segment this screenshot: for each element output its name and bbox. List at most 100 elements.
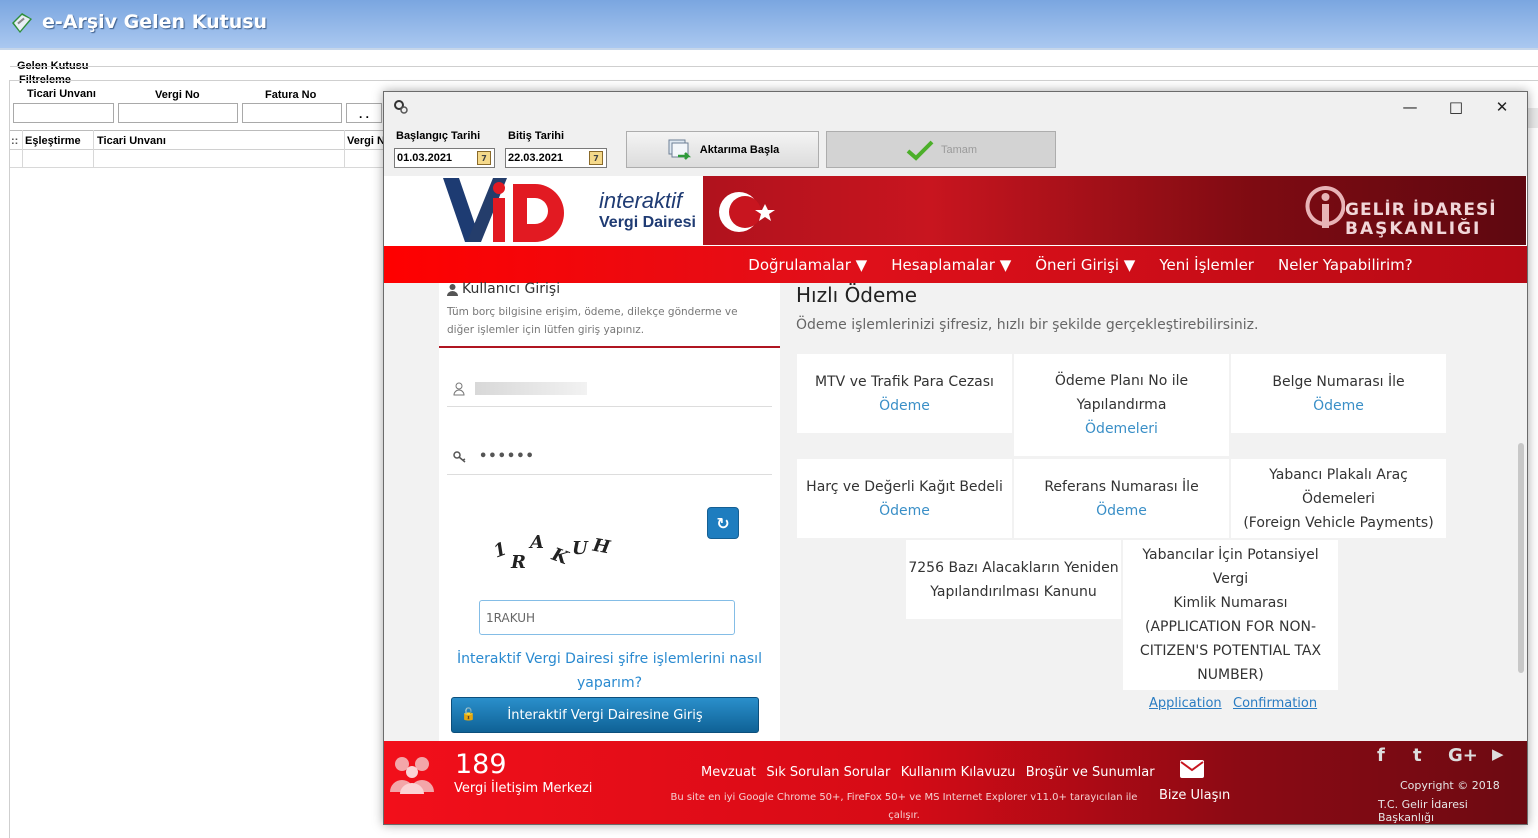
footer-link-brosur[interactable]: Broşür ve Sunumlar xyxy=(1026,765,1155,780)
filter-fatura-input[interactable] xyxy=(242,103,342,123)
app-title: e-Arşiv Gelen Kutusu xyxy=(42,11,268,33)
copyright-line1: Copyright © 2018 xyxy=(1400,779,1500,792)
nav-neler-yapabilirim[interactable]: Neler Yapabilirim? xyxy=(1266,256,1425,274)
footer-link-mevzuat[interactable]: Mevzuat xyxy=(701,765,756,780)
pay-link[interactable]: Ödemeleri xyxy=(1085,417,1158,441)
footer: 189 Vergi İletişim Merkezi Mevzuat Sık S… xyxy=(384,741,1527,824)
grid-row-line xyxy=(10,167,384,168)
dialog-icon xyxy=(394,100,408,114)
quickpay-subtitle: Ödeme işlemlerinizi şifresiz, hızlı bir … xyxy=(796,317,1259,333)
pay-link[interactable]: Ödeme xyxy=(879,394,930,418)
pay-box-yabanci-arac[interactable]: Yabancı Plakalı Araç Ödemeleri (Foreign … xyxy=(1231,459,1446,538)
twitter-icon[interactable]: t xyxy=(1413,745,1422,766)
content-area: Kullanıcı Girişi Tüm borç bilgisine eriş… xyxy=(384,281,1527,741)
grid-marker: :: xyxy=(11,135,19,147)
pay-box-belge[interactable]: Belge Numarası İle Ödeme xyxy=(1231,354,1446,433)
ivd-logo-line1: interaktif xyxy=(599,188,683,213)
captcha-image: 1 R A K U H xyxy=(490,532,612,573)
app-title-bar: e-Arşiv Gelen Kutusu xyxy=(0,0,1538,50)
right-edge xyxy=(1528,108,1538,128)
maximize-button[interactable]: □ xyxy=(1433,92,1479,122)
pay-box-7256[interactable]: 7256 Bazı Alacakların Yeniden Yapılandır… xyxy=(906,540,1121,619)
confirmation-link[interactable]: Confirmation xyxy=(1233,696,1317,711)
pay-box-referans[interactable]: Referans Numarası İle Ödeme xyxy=(1014,459,1229,538)
start-calendar-icon[interactable]: 7 xyxy=(477,151,491,165)
contact-link[interactable]: Bize Ulaşın xyxy=(1159,788,1230,803)
nav-oneri-girisi[interactable]: Öneri Girişi ▼ xyxy=(1023,256,1147,274)
pay-link[interactable]: Ödeme xyxy=(1096,499,1147,523)
close-button[interactable]: ✕ xyxy=(1479,92,1525,122)
grid-col-line xyxy=(22,130,23,168)
password-help-link[interactable]: İnteraktif Vergi Dairesi şifre işlemleri… xyxy=(447,647,772,695)
ivd-logo-icon xyxy=(443,178,564,242)
filter-ellipsis-button[interactable]: . . xyxy=(346,103,382,123)
pay-box-harc[interactable]: Harç ve Değerli Kağıt Bedeli Ödeme xyxy=(797,459,1012,538)
nav-hesaplamalar[interactable]: Hesaplamalar ▼ xyxy=(879,256,1023,274)
app-icon xyxy=(12,13,32,33)
key-icon xyxy=(453,451,466,463)
refresh-captcha-icon[interactable]: ↻ xyxy=(707,507,739,539)
web-view: interaktif Vergi Dairesi GELİR İDARESİ B… xyxy=(384,176,1527,824)
transfer-button[interactable]: Aktarıma Başla xyxy=(626,131,819,168)
grid-header-vergi[interactable]: Vergi N xyxy=(347,135,385,147)
unlock-icon: 🔓 xyxy=(461,707,476,721)
check-icon xyxy=(906,140,934,161)
call-center-icon xyxy=(390,757,434,794)
filter-ticari-input[interactable] xyxy=(13,103,114,123)
flag-icon xyxy=(719,192,775,232)
footer-link-sss[interactable]: Sık Sorulan Sorular xyxy=(766,765,890,780)
envelope-icon xyxy=(1180,760,1204,778)
username-underline xyxy=(447,406,772,407)
filter-label-vergi: Vergi No xyxy=(155,89,200,101)
end-date-label: Bitiş Tarihi xyxy=(508,130,565,142)
nav-yeni-islemler[interactable]: Yeni İşlemler xyxy=(1147,256,1266,274)
transfer-icon xyxy=(668,139,691,160)
ok-button[interactable]: Tamam xyxy=(826,131,1056,168)
filter-label-fatura: Fatura No xyxy=(265,89,317,101)
quickpay-title: Hızlı Ödeme xyxy=(796,283,918,307)
pay-link[interactable]: Ödeme xyxy=(1313,394,1364,418)
filter-label-ticari: Ticari Unvanı xyxy=(27,88,96,100)
googleplus-icon[interactable]: G+ xyxy=(1448,745,1478,766)
captcha-input[interactable]: 1RAKUH xyxy=(479,600,735,635)
group-border xyxy=(10,66,1538,67)
start-date-label: Başlangıç Tarihi xyxy=(396,130,481,142)
filter-vergi-input[interactable] xyxy=(118,103,238,123)
login-panel: Kullanıcı Girişi Tüm borç bilgisine eriş… xyxy=(439,281,780,741)
gib-line1: GELİR İDARESİ xyxy=(1345,200,1497,220)
grid-col-line xyxy=(93,130,94,168)
ivd-banner: interaktif Vergi Dairesi GELİR İDARESİ B… xyxy=(443,176,1526,245)
grid-header-ticari[interactable]: Ticari Unvanı xyxy=(97,135,166,147)
login-divider xyxy=(439,346,780,348)
pay-box-odeme-plani[interactable]: Ödeme Planı No ile Yapılandırma Ödemeler… xyxy=(1014,354,1229,456)
pay-box-mtv[interactable]: MTV ve Trafik Para Cezası Ödeme xyxy=(797,354,1012,433)
password-input[interactable]: •••••• xyxy=(479,449,535,464)
username-icon xyxy=(453,382,465,396)
password-underline xyxy=(447,474,772,475)
end-calendar-icon[interactable]: 7 xyxy=(589,151,603,165)
footer-link-kilavuz[interactable]: Kullanım Kılavuzu xyxy=(901,765,1016,780)
login-desc: Tüm borç bilgisine erişim, ödeme, dilekç… xyxy=(447,306,738,336)
browser-note: Bu site en iyi Google Chrome 50+, FireFo… xyxy=(670,792,1138,821)
gib-logo-icon xyxy=(1305,186,1345,228)
login-button[interactable]: 🔓 İnteraktif Vergi Dairesine Giriş xyxy=(451,697,759,733)
nav-bar: Doğrulamalar ▼ Hesaplamalar ▼ Öneri Giri… xyxy=(384,246,1527,283)
grid-col-line xyxy=(344,130,345,168)
minimize-button[interactable]: — xyxy=(1387,92,1433,122)
youtube-icon[interactable]: ▶ xyxy=(1492,745,1504,763)
facebook-icon[interactable]: f xyxy=(1377,745,1385,766)
phone-number: 189 xyxy=(455,749,507,780)
grid-header-eslestirme[interactable]: Eşleştirme xyxy=(25,135,81,147)
web-scrollbar[interactable] xyxy=(1518,443,1524,673)
login-title: Kullanıcı Girişi xyxy=(462,281,561,297)
username-input[interactable] xyxy=(475,382,587,395)
application-link[interactable]: Application xyxy=(1149,696,1222,711)
nav-dogrulamalar[interactable]: Doğrulamalar ▼ xyxy=(736,256,879,274)
user-icon xyxy=(447,284,458,296)
pay-link[interactable]: Ödeme xyxy=(879,499,930,523)
gib-line2: BAŞKANLIĞI xyxy=(1345,219,1482,239)
pay-box-yabancilar[interactable]: Yabancılar İçin Potansiyel Vergi Kimlik … xyxy=(1123,540,1338,690)
filter-border xyxy=(10,80,1538,81)
frame-left xyxy=(9,80,10,838)
ivd-logo-line2: Vergi Dairesi xyxy=(599,214,696,231)
